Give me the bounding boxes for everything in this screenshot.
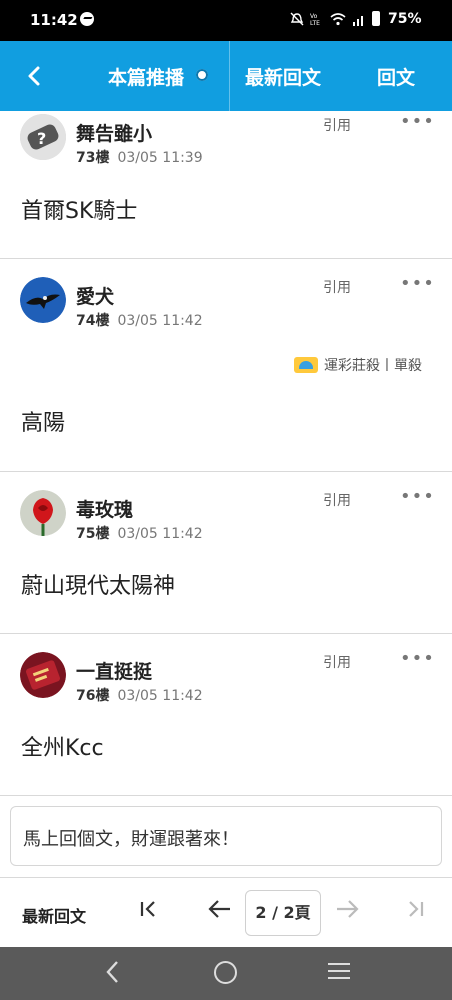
floor-number: 74樓 <box>76 313 110 329</box>
status-time: 11:42 <box>30 11 78 29</box>
tab-divider <box>229 41 230 111</box>
post-76: 一直挺挺 76樓 03/05 11:42 引用 ••• 全州Kcc <box>0 634 452 796</box>
quote-button[interactable]: 引用 <box>323 115 351 135</box>
status-bar: 11:42 Vo LTE 75% <box>0 0 452 41</box>
mute-icon <box>290 12 304 26</box>
more-options-icon[interactable]: ••• <box>400 273 435 294</box>
avatar[interactable] <box>20 490 66 536</box>
post-75: 毒玫瑰 75樓 03/05 11:42 引用 ••• 蔚山現代太陽神 <box>0 472 452 634</box>
reply-placeholder: 馬上回個文，財運跟著來！ <box>23 829 239 850</box>
reply-input[interactable]: 馬上回個文，財運跟著來！ <box>10 806 442 866</box>
post-meta: 75樓 03/05 11:42 <box>76 523 203 543</box>
post-time: 03/05 11:42 <box>117 313 203 329</box>
post-content: 高陽 <box>21 411 66 436</box>
eagle-avatar <box>20 277 66 323</box>
home-icon[interactable] <box>214 961 237 984</box>
svg-text:?: ? <box>37 129 46 148</box>
question-mark-avatar: ? <box>20 114 66 160</box>
author-name[interactable]: 舞告雖小 <box>76 119 152 146</box>
wifi-icon <box>330 13 346 26</box>
tab-latest-replies[interactable]: 最新回文 <box>245 63 321 90</box>
status-icons: Vo LTE <box>290 12 366 26</box>
author-name[interactable]: 毒玫瑰 <box>76 495 133 522</box>
svg-text:LTE: LTE <box>310 20 320 26</box>
lottery-badge-icon <box>294 357 318 373</box>
rose-avatar <box>20 490 66 536</box>
tab-reply[interactable]: 回文 <box>377 63 415 90</box>
post-content: 首爾SK騎士 <box>21 199 138 224</box>
last-page-icon[interactable] <box>404 898 426 920</box>
system-nav-bar <box>0 947 452 1000</box>
pager: 最新回文 2 / 2頁 <box>0 877 452 947</box>
signal-icon <box>353 16 363 26</box>
quote-button[interactable]: 引用 <box>323 490 351 510</box>
red-card-avatar <box>20 652 66 698</box>
floor-number: 75樓 <box>76 526 110 542</box>
post-time: 03/05 11:42 <box>117 688 203 704</box>
next-page-icon[interactable] <box>334 898 360 920</box>
floor-number: 73樓 <box>76 150 110 166</box>
post-time: 03/05 11:42 <box>117 526 203 542</box>
more-options-icon[interactable]: ••• <box>400 111 435 132</box>
back-arrow-icon[interactable] <box>22 63 48 89</box>
post-content: 全州Kcc <box>21 736 104 761</box>
app-bar: 本篇推播 最新回文 回文 <box>0 41 452 111</box>
recents-icon[interactable] <box>328 963 350 979</box>
post-73: ? 舞告雖小 73樓 03/05 11:39 引用 ••• 首爾SK騎士 <box>0 111 452 259</box>
latest-replies-button[interactable]: 最新回文 <box>22 903 86 927</box>
notification-dot <box>196 69 208 81</box>
signature-text: 運彩莊殺丨單殺 <box>324 358 422 374</box>
first-page-icon[interactable] <box>138 898 160 920</box>
post-time: 03/05 11:39 <box>117 150 203 166</box>
prev-page-icon[interactable] <box>207 898 233 920</box>
author-name[interactable]: 愛犬 <box>76 282 114 309</box>
author-name[interactable]: 一直挺挺 <box>76 657 152 684</box>
post-meta: 76樓 03/05 11:42 <box>76 685 203 705</box>
volte-icon: VoLTE <box>310 13 320 26</box>
quote-button[interactable]: 引用 <box>323 277 351 297</box>
signature[interactable]: 運彩莊殺丨單殺 <box>294 355 422 375</box>
back-icon[interactable] <box>104 959 122 985</box>
page-indicator[interactable]: 2 / 2頁 <box>245 890 321 936</box>
avatar[interactable] <box>20 652 66 698</box>
avatar[interactable] <box>20 277 66 323</box>
post-meta: 73樓 03/05 11:39 <box>76 147 203 167</box>
battery-percent: 75% <box>388 11 422 27</box>
more-options-icon[interactable]: ••• <box>400 486 435 507</box>
post-content: 蔚山現代太陽神 <box>21 574 176 599</box>
quote-button[interactable]: 引用 <box>323 652 351 672</box>
post-74: 愛犬 74樓 03/05 11:42 引用 ••• 運彩莊殺丨單殺 高陽 <box>0 259 452 472</box>
avatar[interactable]: ? <box>20 114 66 160</box>
floor-number: 76樓 <box>76 688 110 704</box>
post-meta: 74樓 03/05 11:42 <box>76 310 203 330</box>
tab-push-this[interactable]: 本篇推播 <box>108 63 184 90</box>
more-options-icon[interactable]: ••• <box>400 648 435 669</box>
battery-icon <box>372 11 380 26</box>
messenger-icon <box>80 12 94 26</box>
svg-text:Vo: Vo <box>310 13 318 20</box>
